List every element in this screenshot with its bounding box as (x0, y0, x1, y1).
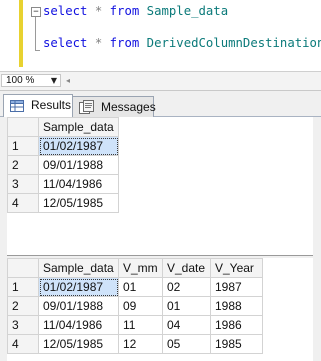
table-row[interactable]: 1 01/02/1987 01 02 1987 (7, 277, 263, 297)
table-row[interactable]: 4 12/05/1985 (7, 193, 119, 213)
table-row[interactable]: 1 01/02/1987 (7, 136, 119, 156)
cell[interactable]: 11 (118, 315, 163, 335)
column-header[interactable]: V_mm (118, 258, 163, 278)
chevron-down-icon: ▼ (50, 76, 57, 85)
column-header[interactable]: V_date (162, 258, 211, 278)
collapse-region-icon[interactable]: − (31, 7, 41, 17)
grid-icon (10, 100, 24, 112)
messages-icon (79, 100, 94, 114)
header-row: Sample_data (7, 117, 119, 137)
cell[interactable]: 09/01/1988 (38, 155, 119, 175)
header-row: Sample_data V_mm V_date V_Year (7, 258, 263, 278)
zoom-dropdown[interactable]: 100 % ▼ (1, 74, 61, 87)
table-name: DerivedColumnDestination (146, 36, 321, 50)
code-line-2[interactable]: select * from DerivedColumnDestination (43, 35, 321, 51)
results-tab-strip: Results Messages (0, 91, 321, 117)
cell[interactable]: 01/02/1987 (38, 277, 119, 297)
change-tracking-bar (19, 0, 23, 67)
cell[interactable]: 09 (118, 296, 163, 316)
cell[interactable]: 05 (162, 334, 211, 354)
cell[interactable]: 04 (162, 315, 211, 335)
keyword-select: select (43, 4, 88, 18)
star-operator: * (94, 36, 103, 50)
row-number[interactable]: 3 (7, 174, 39, 194)
zoom-value: 100 % (6, 75, 35, 86)
keyword-from: from (109, 4, 140, 18)
cell[interactable]: 11/04/1986 (38, 174, 119, 194)
sql-editor[interactable]: − select * from Sample_data select * fro… (0, 0, 321, 72)
corner-cell[interactable] (7, 117, 39, 137)
cell[interactable]: 12 (118, 334, 163, 354)
table-row[interactable]: 3 11/04/1986 11 04 1986 (7, 315, 263, 335)
cell[interactable]: 1987 (210, 277, 263, 297)
row-number[interactable]: 4 (7, 193, 39, 213)
cell[interactable]: 12/05/1985 (38, 193, 119, 213)
keyword-from: from (109, 36, 140, 50)
tab-messages-label: Messages (101, 100, 156, 114)
results-panel: Sample_data 1 01/02/1987 2 09/01/1988 3 … (0, 117, 321, 361)
row-number[interactable]: 1 (7, 136, 39, 156)
column-header[interactable]: Sample_data (38, 117, 119, 137)
outline-line (35, 17, 37, 50)
row-number[interactable]: 2 (7, 155, 39, 175)
tab-results-label: Results (31, 98, 72, 112)
cell[interactable]: 1988 (210, 296, 263, 316)
cell[interactable]: 01/02/1987 (38, 136, 119, 156)
results-table-1: Sample_data 1 01/02/1987 2 09/01/1988 3 … (7, 117, 119, 213)
cell[interactable]: 1986 (210, 315, 263, 335)
table-row[interactable]: 2 09/01/1988 (7, 155, 119, 175)
row-number[interactable]: 4 (7, 334, 39, 354)
code-line-1[interactable]: select * from Sample_data (43, 3, 228, 19)
result-grid-1[interactable]: Sample_data 1 01/02/1987 2 09/01/1988 3 … (7, 117, 313, 256)
results-table-2: Sample_data V_mm V_date V_Year 1 01/02/1… (7, 258, 263, 354)
table-row[interactable]: 4 12/05/1985 12 05 1985 (7, 334, 263, 354)
column-header[interactable]: Sample_data (38, 258, 119, 278)
keyword-select: select (43, 36, 88, 50)
table-row[interactable]: 2 09/01/1988 09 01 1988 (7, 296, 263, 316)
cell[interactable]: 1985 (210, 334, 263, 354)
row-number[interactable]: 1 (7, 277, 39, 297)
table-name: Sample_data (146, 4, 229, 18)
corner-cell[interactable] (7, 258, 39, 278)
outline-end (35, 50, 40, 52)
cell[interactable]: 01 (162, 296, 211, 316)
cell[interactable]: 09/01/1988 (38, 296, 119, 316)
row-number[interactable]: 2 (7, 296, 39, 316)
cell[interactable]: 02 (162, 277, 211, 297)
cell[interactable]: 01 (118, 277, 163, 297)
cell[interactable]: 12/05/1985 (38, 334, 119, 354)
column-header[interactable]: V_Year (210, 258, 263, 278)
row-number[interactable]: 3 (7, 315, 39, 335)
result-grid-2[interactable]: Sample_data V_mm V_date V_Year 1 01/02/1… (7, 258, 313, 361)
scroll-left-arrow-icon[interactable]: ◂ (66, 74, 70, 87)
table-row[interactable]: 3 11/04/1986 (7, 174, 119, 194)
tab-results[interactable]: Results (3, 94, 73, 117)
editor-status-strip: 100 % ▼ ◂ (0, 72, 321, 91)
tab-messages[interactable]: Messages (72, 96, 156, 117)
star-operator: * (94, 4, 103, 18)
cell[interactable]: 11/04/1986 (38, 315, 119, 335)
